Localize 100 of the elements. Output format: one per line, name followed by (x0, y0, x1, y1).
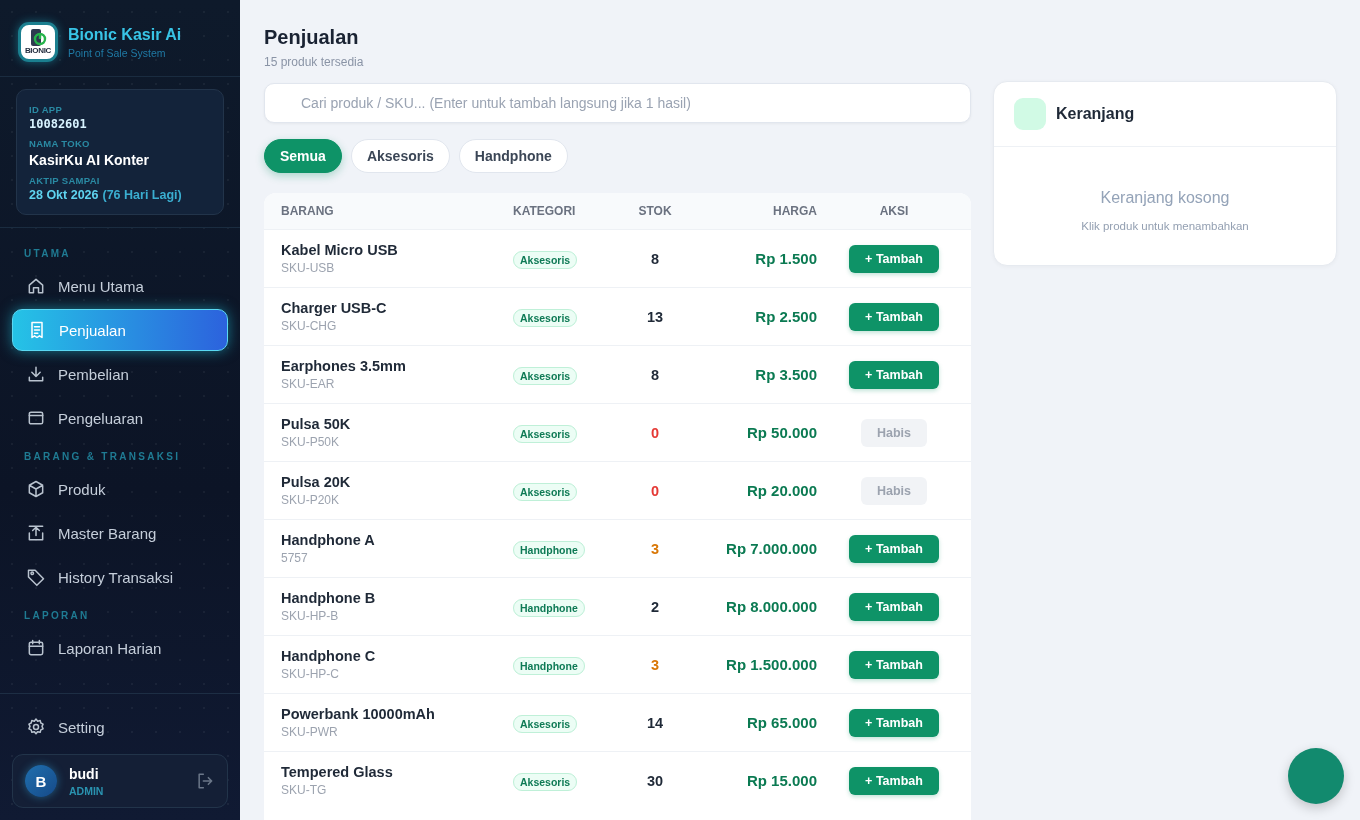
category-tag: Aksesoris (513, 308, 578, 327)
product-sku: SKU-CHG (281, 319, 338, 333)
stock-count: 0 (650, 424, 660, 441)
nav-item[interactable]: Setting (12, 706, 228, 748)
product-sku: SKU-HP-C (281, 667, 340, 681)
column-header: AKSI (878, 204, 910, 218)
settings-icon (26, 717, 46, 737)
product-sku: SKU-TG (281, 783, 328, 797)
add-button[interactable]: + Tambah (849, 650, 939, 679)
info-value: 10082601 (29, 117, 88, 131)
product-name: Kabel Micro USB (281, 242, 399, 258)
column-header: STOK (637, 204, 673, 218)
page-title: Penjualan (264, 26, 360, 49)
user-role: ADMIN (69, 784, 104, 797)
user-avatar: B (25, 765, 57, 797)
price: Rp 1.500 (755, 249, 817, 267)
product-name: Pulsa 20K (281, 474, 352, 490)
app-name: Bionic Kasir Ai (68, 25, 182, 44)
add-button[interactable]: + Tambah (849, 244, 939, 273)
home-icon (26, 276, 46, 296)
category-tag: Aksesoris (513, 250, 578, 269)
stock-count: 13 (646, 308, 664, 325)
add-button[interactable]: + Tambah (849, 302, 939, 331)
product-name: Pulsa 50K (281, 416, 352, 432)
nav-item[interactable]: Pembelian (12, 353, 228, 395)
price: Rp 50.000 (746, 423, 817, 441)
wallet-icon (26, 408, 46, 428)
info-note: (76 Hari Lagi) (102, 188, 182, 202)
product-sku: SKU-P20K (281, 493, 341, 507)
product-sku: SKU-HP-B (281, 609, 340, 623)
product-name: Powerbank 10000mAh (281, 706, 436, 722)
category-tag: Handphone (513, 540, 585, 559)
download-icon (26, 364, 46, 384)
category-tag: Aksesoris (513, 772, 578, 791)
user-name: budi (69, 765, 100, 782)
column-header: KATEGORI (513, 204, 577, 218)
search-field[interactable]: Cari produk / SKU... (Enter untuk tambah langsung jika 1 hasil) (264, 83, 971, 123)
stock-count: 30 (646, 772, 664, 789)
stock-count: 8 (650, 250, 660, 267)
price: Rp 15.000 (746, 771, 817, 789)
product-sku: SKU-EAR (281, 377, 336, 391)
tray-arrow-icon (26, 523, 46, 543)
column-header: BARANG (281, 204, 335, 218)
cart-title: Keranjang (1056, 105, 1135, 123)
empty-cart-message: Keranjang kosong (1099, 189, 1231, 207)
product-name: Charger USB-C (281, 300, 388, 316)
cube-icon (26, 479, 46, 499)
section-heading: LAPORAN (23, 609, 91, 623)
stock-count: 3 (650, 540, 660, 557)
column-header: HARGA (772, 204, 817, 218)
price: Rp 1.500.000 (726, 655, 817, 673)
stock-count: 0 (650, 482, 660, 499)
empty-cart-hint: Klik produk untuk menambahkan (1080, 220, 1250, 232)
price: Rp 65.000 (746, 713, 817, 731)
filter-tab[interactable]: Aksesoris (350, 139, 450, 173)
stock-count: 14 (646, 714, 664, 731)
add-button[interactable]: + Tambah (849, 534, 939, 563)
category-tag: Aksesoris (513, 714, 578, 733)
app-tagline: Point of Sale System (68, 46, 167, 59)
product-name: Handphone A (281, 532, 376, 548)
price: Rp 3.500 (755, 365, 817, 383)
stock-count: 8 (650, 366, 660, 383)
nav-item[interactable]: Menu Utama (12, 265, 228, 307)
nav-item[interactable]: Penjualan (12, 309, 228, 351)
nav-item[interactable]: Master Barang (12, 512, 228, 554)
category-tag: Aksesoris (513, 424, 578, 443)
filter-tab[interactable]: Semua (264, 139, 342, 173)
stock-count: 3 (650, 656, 660, 673)
info-value: KasirKu AI Konter (29, 152, 151, 168)
add-button[interactable]: + Tambah (849, 766, 939, 795)
category-tag: Aksesoris (513, 482, 578, 501)
floating-action-button[interactable] (1288, 748, 1344, 804)
nav-item[interactable]: History Transaksi (12, 556, 228, 598)
section-heading: UTAMA (23, 247, 72, 261)
price: Rp 20.000 (746, 481, 817, 499)
tag-icon (26, 567, 46, 587)
nav-item[interactable]: Pengeluaran (12, 397, 228, 439)
nav-item[interactable]: Laporan Harian (12, 627, 228, 669)
add-button[interactable]: + Tambah (849, 592, 939, 621)
app-logo: BIONIC (18, 22, 58, 62)
product-name: Tempered Glass (281, 764, 394, 780)
info-label: AKTIP SAMPAI (29, 175, 101, 186)
info-label: ID APP (29, 104, 64, 115)
stock-count: 2 (650, 598, 660, 615)
category-tag: Handphone (513, 656, 585, 675)
category-tag: Aksesoris (513, 366, 578, 385)
product-name: Handphone B (281, 590, 377, 606)
product-sku: SKU-P50K (281, 435, 341, 449)
product-sku: SKU-USB (281, 261, 336, 275)
add-button[interactable]: + Tambah (849, 708, 939, 737)
product-sku: SKU-PWR (281, 725, 339, 739)
nav-item[interactable]: Produk (12, 468, 228, 510)
product-sku: 5757 (281, 551, 309, 565)
logout-icon[interactable] (195, 771, 215, 791)
section-heading: BARANG & TRANSAKSI (23, 450, 182, 464)
info-value: 28 Okt 2026 (29, 188, 99, 202)
filter-tab[interactable]: Handphone (458, 139, 568, 173)
price: Rp 2.500 (755, 307, 817, 325)
add-button[interactable]: + Tambah (849, 360, 939, 389)
price: Rp 7.000.000 (726, 539, 817, 557)
